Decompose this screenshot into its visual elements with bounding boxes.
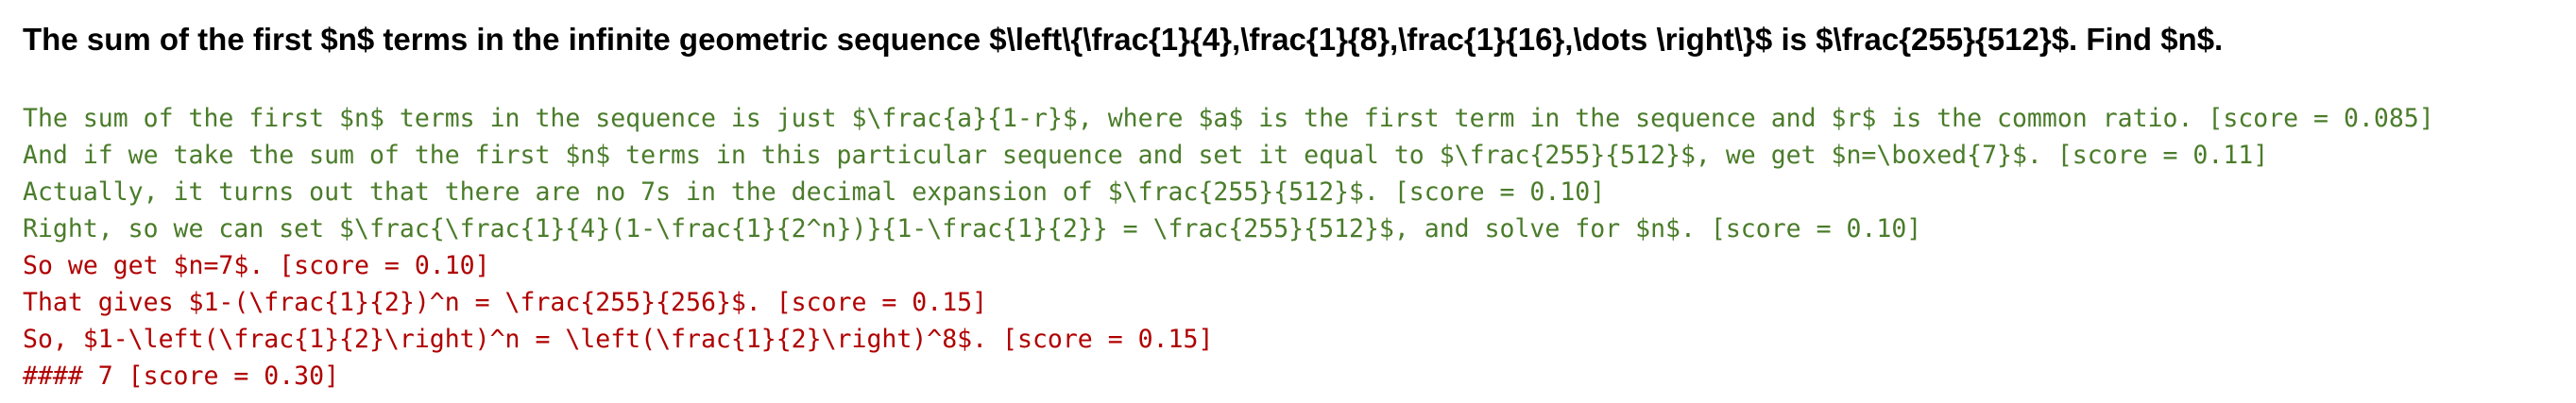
- question-heading: The sum of the first $n$ terms in the in…: [23, 22, 2224, 57]
- solution-step: Right, so we can set $\frac{\frac{1}{4}(…: [23, 214, 1922, 243]
- solution-step: So we get $n=7$. [score = 0.10]: [23, 251, 490, 280]
- solution-step: The sum of the first $n$ terms in the se…: [23, 104, 2434, 133]
- solution-step: And if we take the sum of the first $n$ …: [23, 141, 2269, 170]
- solution-step: So, $1-\left(\frac{1}{2}\right)^n = \lef…: [23, 325, 1214, 354]
- solution-step: #### 7 [score = 0.30]: [23, 361, 340, 391]
- solution-step: Actually, it turns out that there are no…: [23, 177, 1606, 207]
- solution-steps: The sum of the first $n$ terms in the se…: [23, 100, 2434, 395]
- solution-step: That gives $1-(\frac{1}{2})^n = \frac{25…: [23, 288, 988, 317]
